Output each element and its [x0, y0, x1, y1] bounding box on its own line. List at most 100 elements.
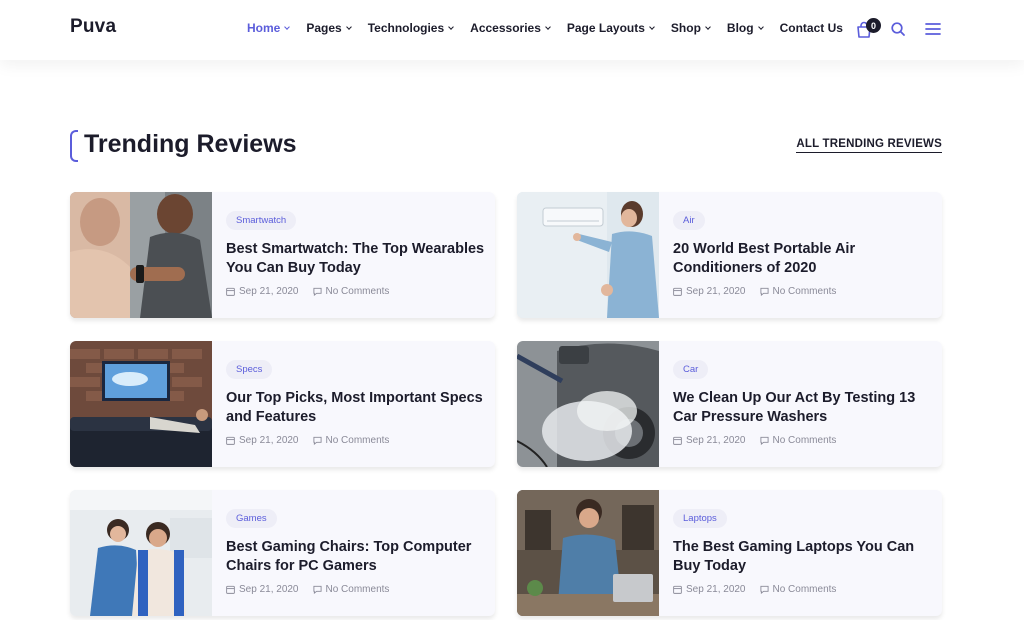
- search-button[interactable]: [890, 21, 906, 37]
- chevron-down-icon: [545, 23, 551, 30]
- review-card[interactable]: Laptops The Best Gaming Laptops You Can …: [517, 490, 942, 616]
- calendar-icon: [226, 436, 235, 445]
- calendar-icon: [226, 585, 235, 594]
- card-body: Smartwatch Best Smartwatch: The Top Wear…: [226, 210, 486, 297]
- card-title[interactable]: We Clean Up Our Act By Testing 13 Car Pr…: [673, 389, 933, 427]
- card-thumbnail[interactable]: [70, 341, 212, 467]
- comment-icon: [312, 585, 322, 594]
- post-comments-text: No Comments: [772, 584, 837, 595]
- nav-technologies[interactable]: Technologies: [368, 21, 454, 35]
- category-tag[interactable]: Specs: [226, 360, 273, 379]
- card-body: Specs Our Top Picks, Most Important Spec…: [226, 359, 486, 446]
- post-comments-text: No Comments: [772, 286, 837, 297]
- card-meta: Sep 21, 2020 No Comments: [673, 435, 933, 446]
- card-thumbnail[interactable]: [517, 192, 659, 318]
- category-tag[interactable]: Laptops: [673, 509, 727, 528]
- category-tag[interactable]: Smartwatch: [226, 211, 297, 230]
- card-title[interactable]: Best Gaming Chairs: Top Computer Chairs …: [226, 538, 486, 576]
- chevron-down-icon: [345, 23, 352, 30]
- review-card[interactable]: Specs Our Top Picks, Most Important Spec…: [70, 341, 495, 467]
- post-date-text: Sep 21, 2020: [686, 435, 746, 446]
- post-date-text: Sep 21, 2020: [686, 584, 746, 595]
- nav-blog[interactable]: Blog: [727, 21, 764, 35]
- menu-button[interactable]: [925, 22, 941, 36]
- nav-home[interactable]: Home: [247, 21, 291, 35]
- nav-contact-us[interactable]: Contact Us: [780, 21, 843, 35]
- chevron-down-icon: [284, 23, 291, 30]
- review-card[interactable]: Car We Clean Up Our Act By Testing 13 Ca…: [517, 341, 942, 467]
- category-tag[interactable]: Car: [673, 360, 709, 379]
- site-header: Puva Home Pages Technologies Accessories…: [0, 0, 1024, 60]
- calendar-icon: [673, 585, 682, 594]
- nav-label: Accessories: [470, 21, 541, 35]
- nav-label: Home: [247, 21, 281, 35]
- heading-accent-bracket: [70, 130, 78, 162]
- post-date-text: Sep 21, 2020: [239, 435, 299, 446]
- nav-shop[interactable]: Shop: [670, 21, 711, 35]
- post-comments[interactable]: No Comments: [759, 584, 837, 595]
- card-thumbnail[interactable]: [70, 490, 212, 616]
- card-meta: Sep 21, 2020 No Comments: [673, 584, 933, 595]
- gaming-chair-photo-image: [70, 490, 212, 616]
- card-body: Car We Clean Up Our Act By Testing 13 Ca…: [673, 359, 933, 446]
- post-comments[interactable]: No Comments: [312, 286, 390, 297]
- card-meta: Sep 21, 2020 No Comments: [226, 286, 486, 297]
- post-date[interactable]: Sep 21, 2020: [226, 435, 299, 446]
- comment-icon: [312, 287, 322, 296]
- card-title[interactable]: Best Smartwatch: The Top Wearables You C…: [226, 240, 486, 278]
- comment-icon: [759, 585, 769, 594]
- review-card[interactable]: Air 20 World Best Portable Air Condition…: [517, 192, 942, 318]
- card-body: Games Best Gaming Chairs: Top Computer C…: [226, 508, 486, 595]
- post-date[interactable]: Sep 21, 2020: [673, 286, 746, 297]
- comment-icon: [759, 287, 769, 296]
- tv-living-room-photo-image: [70, 341, 212, 467]
- card-body: Laptops The Best Gaming Laptops You Can …: [673, 508, 933, 595]
- post-comments[interactable]: No Comments: [759, 286, 837, 297]
- section-heading: Trending Reviews ALL TRENDING REVIEWS: [70, 128, 942, 164]
- post-comments-text: No Comments: [325, 435, 390, 446]
- air-conditioner-photo-image: [517, 192, 659, 318]
- post-date[interactable]: Sep 21, 2020: [673, 435, 746, 446]
- post-comments[interactable]: No Comments: [312, 435, 390, 446]
- post-date[interactable]: Sep 21, 2020: [226, 584, 299, 595]
- calendar-icon: [226, 287, 235, 296]
- post-date-text: Sep 21, 2020: [239, 584, 299, 595]
- post-date[interactable]: Sep 21, 2020: [673, 584, 746, 595]
- card-thumbnail[interactable]: [517, 341, 659, 467]
- nav-label: Page Layouts: [566, 21, 645, 35]
- post-date-text: Sep 21, 2020: [686, 286, 746, 297]
- calendar-icon: [673, 287, 682, 296]
- card-thumbnail[interactable]: [70, 192, 212, 318]
- car-pressure-washer-photo-image: [517, 341, 659, 467]
- nav-page-layouts[interactable]: Page Layouts: [566, 21, 655, 35]
- card-thumbnail[interactable]: [517, 490, 659, 616]
- all-trending-reviews-link[interactable]: ALL TRENDING REVIEWS: [796, 138, 942, 153]
- card-meta: Sep 21, 2020 No Comments: [226, 584, 486, 595]
- category-tag[interactable]: Games: [226, 509, 277, 528]
- post-date[interactable]: Sep 21, 2020: [226, 286, 299, 297]
- post-comments-text: No Comments: [772, 435, 837, 446]
- nav-pages[interactable]: Pages: [306, 21, 352, 35]
- card-title[interactable]: The Best Gaming Laptops You Can Buy Toda…: [673, 538, 933, 576]
- post-comments[interactable]: No Comments: [312, 584, 390, 595]
- category-tag[interactable]: Air: [673, 211, 705, 230]
- card-title[interactable]: 20 World Best Portable Air Conditioners …: [673, 240, 933, 278]
- post-comments-text: No Comments: [325, 286, 390, 297]
- calendar-icon: [673, 436, 682, 445]
- smartwatch-photo-image: [70, 192, 212, 318]
- site-logo[interactable]: Puva: [70, 16, 116, 38]
- post-comments-text: No Comments: [325, 584, 390, 595]
- nav-label: Contact Us: [779, 21, 843, 35]
- post-comments[interactable]: No Comments: [759, 435, 837, 446]
- hamburger-menu-icon: [925, 23, 941, 35]
- card-title[interactable]: Our Top Picks, Most Important Specs and …: [226, 389, 486, 427]
- card-meta: Sep 21, 2020 No Comments: [673, 286, 933, 297]
- comment-icon: [312, 436, 322, 445]
- review-card[interactable]: Games Best Gaming Chairs: Top Computer C…: [70, 490, 495, 616]
- nav-label: Shop: [670, 21, 701, 35]
- cart-button[interactable]: 0: [855, 18, 881, 39]
- search-icon: [891, 22, 905, 36]
- nav-accessories[interactable]: Accessories: [470, 21, 551, 35]
- cart-count-badge: 0: [866, 18, 881, 33]
- review-card[interactable]: Smartwatch Best Smartwatch: The Top Wear…: [70, 192, 495, 318]
